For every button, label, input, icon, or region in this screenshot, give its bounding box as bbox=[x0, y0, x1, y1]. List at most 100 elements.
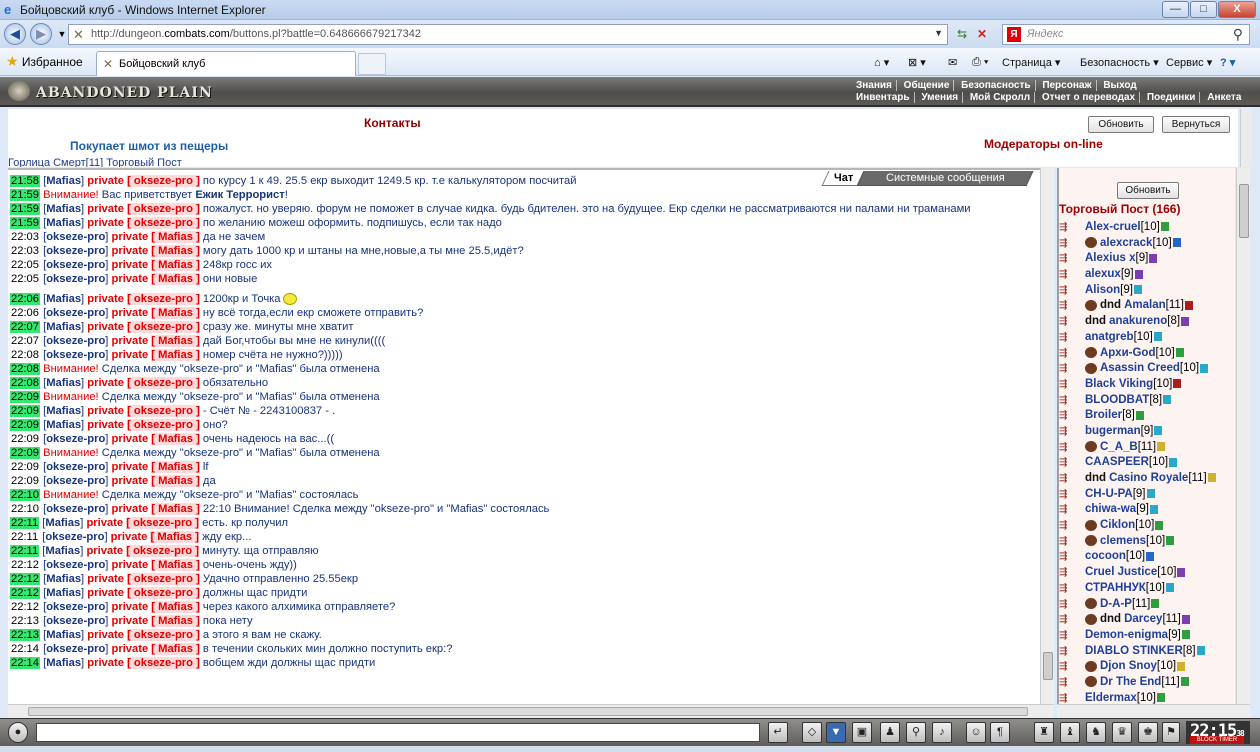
music-icon[interactable]: ♪ bbox=[932, 722, 952, 743]
recipient-nick[interactable]: Mafias bbox=[157, 531, 192, 543]
close-window-button[interactable]: X bbox=[1218, 1, 1256, 18]
player-info-icon[interactable] bbox=[1196, 646, 1205, 656]
private-arrow-icon[interactable]: ⇶ bbox=[1059, 408, 1085, 424]
tab-system-messages[interactable]: Системные сообщения bbox=[856, 171, 1034, 186]
address-bar[interactable]: ✕ http://dungeon.combats.com/buttons.pl?… bbox=[68, 24, 948, 45]
private-tag[interactable]: private [ okseze-pro ] bbox=[87, 419, 200, 431]
private-arrow-icon[interactable]: ⇶ bbox=[1059, 424, 1085, 440]
player-name[interactable]: clemens bbox=[1100, 535, 1146, 547]
recipient-nick[interactable]: Mafias bbox=[158, 335, 193, 347]
private-arrow-icon[interactable]: ⇶ bbox=[1059, 612, 1085, 628]
menu-knowledge[interactable]: Знания bbox=[852, 80, 897, 91]
smiley-icon[interactable]: ☺ bbox=[966, 722, 986, 743]
private-tag[interactable]: private [ Mafias ] bbox=[112, 461, 200, 473]
action-icon-1[interactable]: ♜ bbox=[1034, 722, 1054, 743]
clan-icon[interactable] bbox=[1085, 441, 1097, 453]
private-arrow-icon[interactable]: ⇶ bbox=[1059, 440, 1085, 456]
message-time[interactable]: 22:07 bbox=[10, 321, 40, 333]
player-name[interactable]: DIABLO STINKER bbox=[1085, 645, 1183, 657]
private-tag[interactable]: private [ Mafias ] bbox=[112, 433, 200, 445]
menu-exit[interactable]: Выход bbox=[1099, 80, 1140, 91]
player-name[interactable]: Alison bbox=[1085, 284, 1120, 296]
sender-nick[interactable]: okseze-pro bbox=[46, 615, 105, 627]
forward-button[interactable]: ▶ bbox=[30, 23, 52, 45]
private-arrow-icon[interactable]: ⇶ bbox=[1059, 628, 1085, 644]
private-arrow-icon[interactable]: ⇶ bbox=[1059, 361, 1085, 377]
player-info-icon[interactable] bbox=[1133, 285, 1142, 295]
message-time[interactable]: 22:03 bbox=[10, 245, 40, 257]
sender-nick[interactable]: Mafias bbox=[46, 573, 81, 585]
message-time[interactable]: 22:05 bbox=[10, 259, 40, 271]
message-time[interactable]: 22:14 bbox=[10, 657, 40, 669]
menu-security[interactable]: Безопасность bbox=[957, 80, 1036, 91]
recipient-nick[interactable]: okseze-pro bbox=[134, 629, 193, 641]
private-arrow-icon[interactable]: ⇶ bbox=[1059, 267, 1085, 283]
player-info-icon[interactable] bbox=[1153, 332, 1162, 342]
private-tag[interactable]: private [ Mafias ] bbox=[112, 259, 200, 271]
maximize-button[interactable]: □ bbox=[1190, 1, 1217, 18]
player-name[interactable]: bugerman bbox=[1085, 425, 1141, 437]
player-list-scrollbar[interactable] bbox=[1236, 168, 1250, 704]
private-tag[interactable]: private [ Mafias ] bbox=[112, 475, 200, 487]
player-info-icon[interactable] bbox=[1184, 300, 1193, 310]
player-info-icon[interactable] bbox=[1156, 693, 1165, 703]
menu-skills[interactable]: Умения bbox=[917, 92, 964, 103]
message-time[interactable]: 22:08 bbox=[10, 363, 40, 375]
player-name[interactable]: Broiler bbox=[1085, 409, 1122, 421]
message-time[interactable]: 22:09 bbox=[10, 433, 40, 445]
clan-icon[interactable] bbox=[1085, 613, 1097, 625]
recipient-nick[interactable]: Mafias bbox=[158, 559, 193, 571]
recipient-nick[interactable]: okseze-pro bbox=[134, 587, 193, 599]
player-name[interactable]: Asassin Creed bbox=[1100, 362, 1180, 374]
recipient-nick[interactable]: okseze-pro bbox=[134, 175, 193, 187]
private-tag[interactable]: private [ Mafias ] bbox=[112, 559, 200, 571]
message-time[interactable]: 22:13 bbox=[10, 629, 40, 641]
sender-nick[interactable]: Mafias bbox=[46, 217, 81, 229]
private-arrow-icon[interactable]: ⇶ bbox=[1059, 393, 1085, 409]
player-name[interactable]: Архи-God bbox=[1100, 347, 1155, 359]
sender-nick[interactable]: Mafias bbox=[46, 587, 81, 599]
menu-inventory[interactable]: Инвентарь bbox=[852, 92, 915, 103]
recipient-nick[interactable]: okseze-pro bbox=[134, 377, 193, 389]
player-info-icon[interactable] bbox=[1177, 661, 1186, 671]
private-tag[interactable]: private [ okseze-pro ] bbox=[87, 203, 200, 215]
player-info-icon[interactable] bbox=[1181, 614, 1190, 624]
chat-input[interactable] bbox=[36, 723, 760, 742]
private-tag[interactable]: private [ Mafias ] bbox=[112, 335, 200, 347]
home-icon[interactable]: ⌂ ▾ bbox=[874, 56, 889, 69]
clan-icon[interactable] bbox=[1085, 362, 1097, 374]
player-info-icon[interactable] bbox=[1166, 536, 1175, 546]
player-name[interactable]: СТРАННУК bbox=[1085, 582, 1146, 594]
private-arrow-icon[interactable]: ⇶ bbox=[1059, 581, 1085, 597]
minimize-button[interactable]: — bbox=[1162, 1, 1189, 18]
sender-nick[interactable]: okseze-pro bbox=[46, 245, 105, 257]
private-arrow-icon[interactable]: ⇶ bbox=[1059, 314, 1085, 330]
message-time[interactable]: 22:08 bbox=[10, 349, 40, 361]
message-time[interactable]: 22:07 bbox=[10, 335, 40, 347]
private-arrow-icon[interactable]: ⇶ bbox=[1059, 691, 1085, 704]
recipient-nick[interactable]: okseze-pro bbox=[133, 545, 192, 557]
clan-icon[interactable] bbox=[1085, 676, 1097, 688]
player-info-icon[interactable] bbox=[1155, 520, 1164, 530]
player-name[interactable]: Demon-enigma bbox=[1085, 629, 1168, 641]
refresh-list-button[interactable]: Обновить bbox=[1117, 182, 1179, 199]
player-name[interactable]: Ciklon bbox=[1100, 519, 1135, 531]
menu-communication[interactable]: Общение bbox=[899, 80, 955, 91]
recipient-nick[interactable]: Mafias bbox=[158, 307, 193, 319]
player-name[interactable]: anatgreb bbox=[1085, 331, 1134, 343]
page-menu[interactable]: Страница ▾ bbox=[1002, 56, 1060, 69]
refresh-top-button[interactable]: Обновить bbox=[1088, 116, 1154, 133]
private-arrow-icon[interactable]: ⇶ bbox=[1059, 487, 1085, 503]
chat-hscrollbar[interactable] bbox=[8, 704, 1054, 718]
player-name[interactable]: CH-U-PA bbox=[1085, 488, 1133, 500]
clan-icon[interactable] bbox=[1085, 660, 1097, 672]
sender-nick[interactable]: okseze-pro bbox=[46, 503, 105, 515]
recipient-nick[interactable]: Mafias bbox=[158, 349, 193, 361]
eraser-icon[interactable]: ◇ bbox=[802, 722, 822, 743]
message-time[interactable]: 21:58 bbox=[10, 175, 40, 187]
back-top-button[interactable]: Вернуться bbox=[1162, 116, 1230, 133]
player-info-icon[interactable] bbox=[1146, 489, 1155, 499]
private-arrow-icon[interactable]: ⇶ bbox=[1059, 377, 1085, 393]
player-info-icon[interactable] bbox=[1146, 551, 1155, 561]
chat-scrollbar[interactable] bbox=[1040, 168, 1054, 704]
